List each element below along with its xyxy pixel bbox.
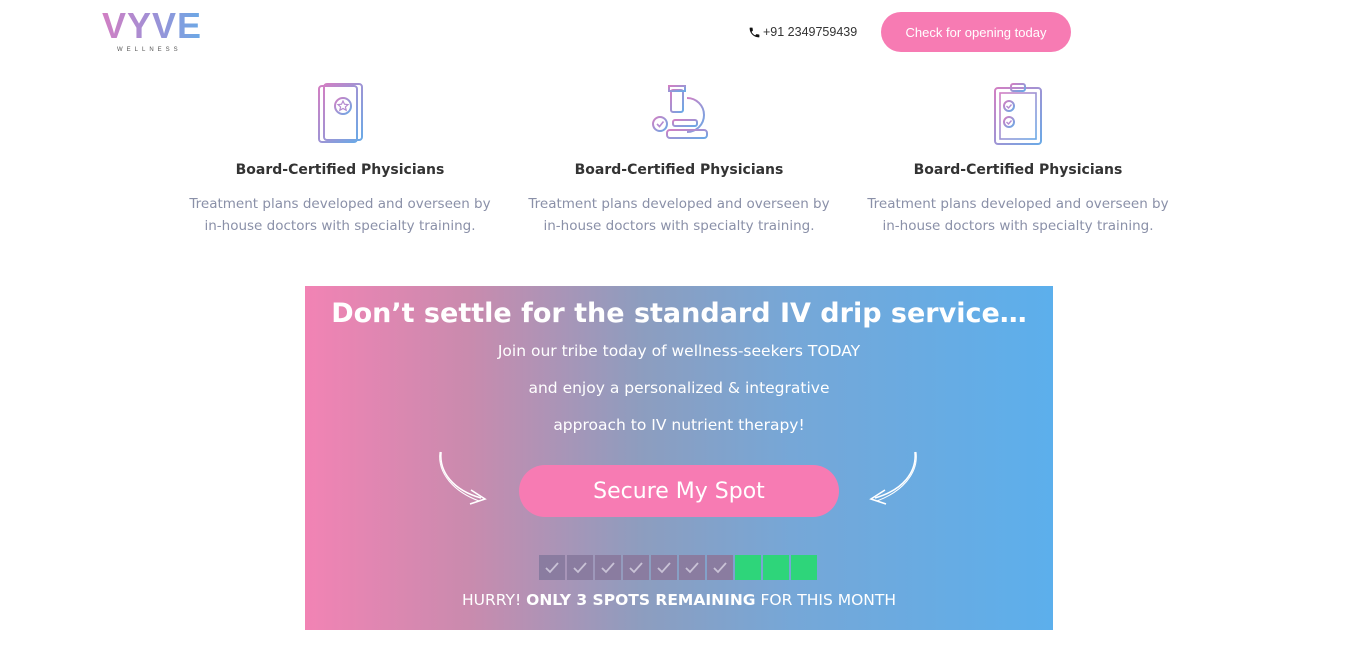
spot-taken <box>623 555 649 580</box>
spot-taken <box>651 555 677 580</box>
feature-title: Board-Certified Physicians <box>574 162 784 178</box>
feature-description: Treatment plans developed and overseen b… <box>867 196 1169 234</box>
hurry-suffix: FOR THIS MONTH <box>755 591 897 609</box>
spot-open <box>763 555 789 580</box>
spot-taken <box>679 555 705 580</box>
feature-description: Treatment plans developed and overseen b… <box>528 196 830 234</box>
feature-title: Board-Certified Physicians <box>913 162 1123 178</box>
vyve-logo[interactable]: VYVE WELLNESS <box>102 8 202 56</box>
feature-card: Board-Certified Physicians Treatment pla… <box>863 82 1173 237</box>
clipboard-icon <box>994 83 1042 145</box>
check-opening-button[interactable]: Check for opening today <box>881 12 1071 52</box>
microscope-icon <box>652 85 708 139</box>
curved-arrow-left-icon <box>869 451 917 505</box>
spots-remaining: ONLY 3 SPOTS REMAINING <box>526 591 756 609</box>
check-icon <box>685 561 699 573</box>
banner-line-1: Join our tribe today of wellness-seekers… <box>497 342 861 360</box>
phone-icon <box>749 27 760 37</box>
spots-tracker <box>539 555 817 580</box>
spot-taken <box>707 555 733 580</box>
check-icon <box>573 561 587 573</box>
curved-arrow-right-icon <box>439 451 487 505</box>
certificate-icon <box>318 83 363 143</box>
feature-card: Board-Certified Physicians Treatment pla… <box>524 82 834 237</box>
check-icon <box>657 561 671 573</box>
feature-description: Treatment plans developed and overseen b… <box>189 196 491 234</box>
check-icon <box>629 561 643 573</box>
hurry-message: HURRY! ONLY 3 SPOTS REMAINING FOR THIS M… <box>305 591 1053 609</box>
feature-title: Board-Certified Physicians <box>235 162 445 178</box>
phone-number: +91 2349759439 <box>763 25 858 39</box>
spot-taken <box>595 555 621 580</box>
logo-text: VYVE <box>102 5 203 46</box>
promo-banner: Don’t settle for the standard IV drip se… <box>305 286 1053 630</box>
banner-headline: Don’t settle for the standard IV drip se… <box>331 298 1027 329</box>
hurry-prefix: HURRY! <box>461 591 527 609</box>
logo-subtitle: WELLNESS <box>117 47 182 53</box>
spot-open <box>735 555 761 580</box>
banner-line-3: approach to IV nutrient therapy! <box>553 416 805 434</box>
spot-taken <box>567 555 593 580</box>
banner-line-2: and enjoy a personalized & integrative <box>528 379 830 397</box>
secure-spot-button[interactable]: Secure My Spot <box>519 465 839 517</box>
spot-taken <box>539 555 565 580</box>
phone-link[interactable]: +91 2349759439 <box>748 25 857 39</box>
check-icon <box>713 561 727 573</box>
check-icon <box>601 561 615 573</box>
check-icon <box>545 561 559 573</box>
spot-open <box>791 555 817 580</box>
feature-card: Board-Certified Physicians Treatment pla… <box>185 82 495 237</box>
